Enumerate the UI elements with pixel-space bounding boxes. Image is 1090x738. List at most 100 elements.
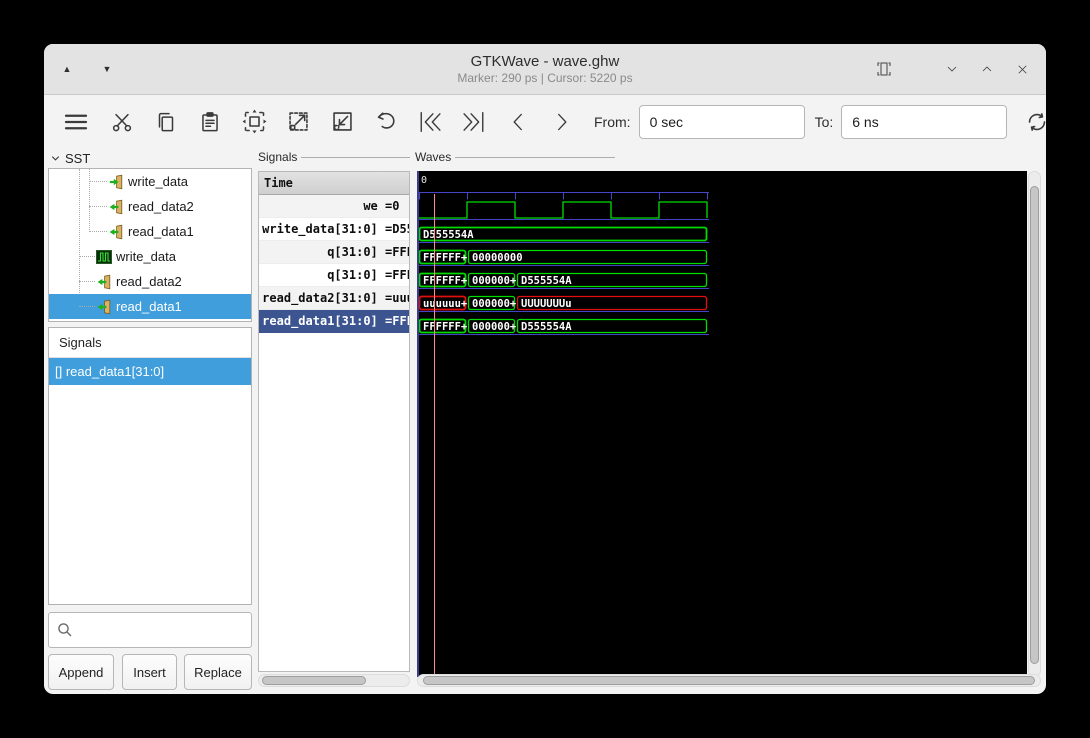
append-button[interactable]: Append — [48, 654, 114, 690]
step-forward-icon[interactable] — [540, 101, 584, 143]
waves-hscroll-thumb[interactable] — [423, 676, 1035, 685]
paste-icon[interactable] — [188, 101, 232, 143]
close-icon[interactable] — [1012, 59, 1032, 79]
signals-hscrollbar[interactable] — [258, 674, 410, 687]
waves-hscrollbar[interactable] — [417, 674, 1041, 687]
signal-row[interactable]: q[31:0] =FFFFFFFF — [259, 241, 409, 264]
tree-connector — [79, 281, 95, 282]
sst-header[interactable]: SST — [50, 151, 90, 166]
svg-text:FFFFFF+: FFFFFF+ — [423, 321, 467, 333]
svg-text:000000+: 000000+ — [472, 298, 516, 310]
cut-icon[interactable] — [100, 101, 144, 143]
svg-text:000000+: 000000+ — [472, 321, 516, 333]
signals-hscroll-thumb[interactable] — [262, 676, 366, 685]
wave-display[interactable]: 0 D555554A FFFFFF+ 00000000 FFFFFF+ 000000+ D5… — [417, 171, 1027, 677]
signal-value: =FFFFFFFF — [385, 268, 409, 282]
signal-value: =FFFFFFFF — [385, 314, 409, 328]
signal-row[interactable]: write_data[31:0] =D555554A — [259, 218, 409, 241]
signal-row[interactable]: read_data2[31:0] =uuuuuuuu — [259, 287, 409, 310]
tree-connector — [89, 206, 107, 207]
step-back-icon[interactable] — [496, 101, 540, 143]
marker-cursor-status: Marker: 290 ps | Cursor: 5220 ps — [457, 70, 633, 85]
skip-to-start-icon[interactable] — [408, 101, 452, 143]
from-input[interactable] — [638, 104, 805, 139]
chevron-up-icon[interactable] — [977, 59, 997, 79]
svg-text:uuuuuu+: uuuuuu+ — [423, 298, 467, 310]
signal-name: q[31:0] — [327, 268, 385, 282]
port-in-icon — [108, 199, 124, 215]
waveform-canvas: 0 D555554A FFFFFF+ 00000000 FFFFFF+ 000000+ D5… — [419, 175, 709, 677]
zoom-in-icon[interactable] — [276, 101, 320, 143]
gtkwave-window: ▲ ▼ GTKWave - wave.ghw Marker: 290 ps | … — [44, 44, 1046, 694]
tree-item-label: write_data — [128, 174, 188, 189]
svg-text:FFFFFF+: FFFFFF+ — [423, 275, 467, 287]
from-label: From: — [594, 113, 631, 130]
search-input[interactable] — [48, 612, 252, 648]
svg-text:00000000: 00000000 — [472, 252, 523, 264]
sst-tree: write_data read_data2 read_data1 write_data… — [48, 168, 252, 322]
signal-name: read_data1[31:0] — [262, 314, 385, 328]
sst-signal-list: [] read_data1[31:0] — [49, 358, 251, 385]
port-in-icon — [96, 299, 112, 315]
svg-text:D555554A: D555554A — [423, 229, 474, 241]
tree-item-read_data2[interactable]: read_data2 — [49, 194, 251, 219]
signal-name-rows: we =0write_data[31:0] =D555554Aq[31:0] =… — [259, 195, 409, 333]
signal-name: write_data[31:0] — [262, 222, 385, 236]
skip-to-end-icon[interactable] — [452, 101, 496, 143]
signal-name: q[31:0] — [327, 245, 385, 259]
time-header[interactable]: Time — [259, 172, 409, 195]
zoom-fit-icon[interactable] — [232, 101, 276, 143]
search-icon — [58, 623, 72, 637]
sst-signals-box: Signals [] read_data1[31:0] — [48, 327, 252, 605]
signal-value: =0 — [385, 199, 400, 213]
signal-row[interactable]: q[31:0] =FFFFFFFF — [259, 264, 409, 287]
tree-connector — [79, 306, 95, 307]
signals-frame-label: Signals — [258, 150, 410, 164]
waves-frame-label: Waves — [415, 150, 615, 164]
main-area: SST write_data read_data2 read_data1 write_… — [44, 148, 1046, 694]
svg-text:D555554A: D555554A — [521, 275, 572, 287]
tree-item-read_data2[interactable]: read_data2 — [49, 269, 251, 294]
signal-name: we — [363, 199, 385, 213]
waves-vscrollbar[interactable] — [1028, 171, 1041, 677]
to-input[interactable] — [841, 104, 1008, 139]
port-in-icon — [108, 224, 124, 240]
shade-down-button[interactable]: ▼ — [98, 60, 116, 78]
sst-label: SST — [65, 151, 91, 166]
tree-connector — [89, 231, 107, 232]
signals-panel: Time we =0write_data[31:0] =D555554Aq[31… — [258, 171, 410, 672]
restore-icon[interactable] — [874, 59, 894, 79]
signal-search — [48, 612, 252, 648]
to-label: To: — [814, 113, 834, 130]
signal-row[interactable]: we =0 — [259, 195, 409, 218]
waves-vscroll-thumb[interactable] — [1030, 186, 1039, 664]
svg-text:D555554A: D555554A — [521, 321, 572, 333]
menu-icon[interactable] — [52, 101, 100, 143]
reload-icon[interactable] — [1015, 101, 1046, 143]
replace-button[interactable]: Replace — [184, 654, 252, 690]
tree-item-label: read_data2 — [128, 199, 194, 214]
tree-item-read_data1[interactable]: read_data1 — [49, 294, 251, 319]
tree-item-label: write_data — [116, 249, 176, 264]
signal-name: read_data2[31:0] — [262, 291, 385, 305]
sst-signal-item[interactable]: [] read_data1[31:0] — [49, 358, 251, 385]
tree-item-label: read_data1 — [128, 224, 194, 239]
undo-icon[interactable] — [364, 101, 408, 143]
signal-value: =uuuuuuuu — [385, 291, 409, 305]
chevron-down-icon[interactable] — [942, 59, 962, 79]
insert-button[interactable]: Insert — [122, 654, 177, 690]
tree-item-write_data[interactable]: write_data — [49, 244, 251, 269]
svg-text:000000+: 000000+ — [472, 275, 516, 287]
sst-signals-header: Signals — [49, 328, 251, 358]
tree-item-read_data1[interactable]: read_data1 — [49, 219, 251, 244]
expander-chevron-icon — [51, 156, 60, 161]
tree-connector — [79, 256, 95, 257]
signal-row[interactable]: read_data1[31:0] =FFFFFFFF — [259, 310, 409, 333]
svg-text:FFFFFF+: FFFFFF+ — [423, 252, 467, 264]
tree-connector — [89, 181, 107, 182]
shade-up-button[interactable]: ▲ — [58, 60, 76, 78]
copy-icon[interactable] — [144, 101, 188, 143]
zoom-out-icon[interactable] — [320, 101, 364, 143]
signal-value: =D555554A — [385, 222, 409, 236]
tree-item-write_data[interactable]: write_data — [49, 169, 251, 194]
